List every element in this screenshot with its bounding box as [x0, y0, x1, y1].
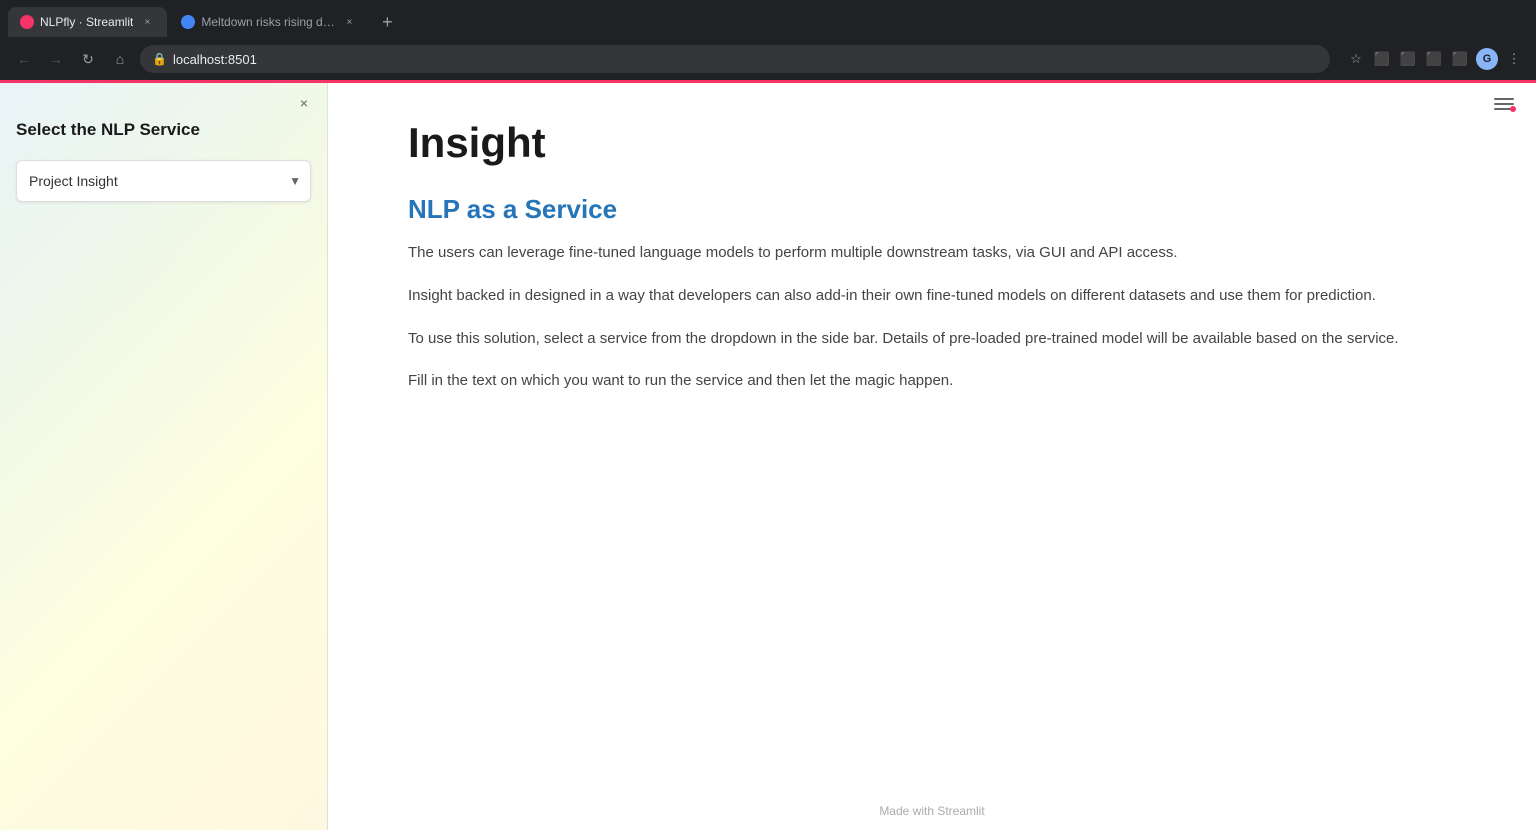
paragraph-3: To use this solution, select a service f…	[408, 327, 1476, 352]
reload-button[interactable]: ↻	[76, 47, 100, 71]
paragraph-4: Fill in the text on which you want to ru…	[408, 369, 1476, 394]
tab-bar: NLPfly · Streamlit × Meltdown risks risi…	[0, 0, 1536, 38]
tab-close-meltdown[interactable]: ×	[341, 14, 357, 30]
browser-chrome: NLPfly · Streamlit × Meltdown risks risi…	[0, 0, 1536, 80]
extensions-icon[interactable]: ⬛	[1424, 49, 1444, 69]
address-bar[interactable]: 🔒 localhost:8501	[140, 45, 1330, 73]
menu-bar-2	[1494, 103, 1514, 105]
menu-notification-dot	[1510, 106, 1516, 112]
menu-bar-1	[1494, 98, 1514, 100]
main-content: Insight NLP as a Service The users can l…	[328, 80, 1536, 830]
page-title: Insight	[408, 120, 1476, 166]
screenshot-icon[interactable]: ⬛	[1372, 49, 1392, 69]
app-container: × Select the NLP Service Project Insight…	[0, 80, 1536, 830]
back-button[interactable]: ←	[12, 47, 36, 71]
tab-title-nlpfly: NLPfly · Streamlit	[40, 15, 133, 29]
made-with-streamlit: Made with Streamlit	[879, 804, 984, 818]
new-tab-button[interactable]: +	[375, 10, 399, 34]
streamlit-top-bar	[0, 80, 1536, 83]
address-bar-row: ← → ↻ ⌂ 🔒 localhost:8501 ☆ ⬛ ⬛ ⬛ ⬛ G ⋮	[0, 38, 1536, 80]
tab-favicon-nlpfly	[20, 15, 34, 29]
section-heading: NLP as a Service	[408, 194, 1476, 225]
more-menu-icon[interactable]: ⋮	[1504, 49, 1524, 69]
pocket-icon[interactable]: ⬛	[1398, 49, 1418, 69]
browser-action-icons: ☆ ⬛ ⬛ ⬛ ⬛ G ⋮	[1346, 48, 1524, 70]
paragraph-1: The users can leverage fine-tuned langua…	[408, 241, 1476, 266]
paragraph-2: Insight backed in designed in a way that…	[408, 284, 1476, 309]
bookmark-star-icon[interactable]: ☆	[1346, 49, 1366, 69]
sidebar-close-button[interactable]: ×	[293, 92, 315, 114]
tab-close-nlpfly[interactable]: ×	[139, 14, 155, 30]
tab-favicon-meltdown	[181, 15, 195, 29]
sidebar: × Select the NLP Service Project Insight…	[0, 80, 328, 830]
tab-nlpfly[interactable]: NLPfly · Streamlit ×	[8, 7, 167, 37]
lock-icon: 🔒	[152, 52, 167, 66]
tab-title-meltdown: Meltdown risks rising due to...	[201, 15, 335, 29]
address-text: localhost:8501	[173, 52, 257, 67]
forward-button[interactable]: →	[44, 47, 68, 71]
tab-meltdown[interactable]: Meltdown risks rising due to... ×	[169, 7, 369, 37]
home-button[interactable]: ⌂	[108, 47, 132, 71]
sync-icon[interactable]: ⬛	[1450, 49, 1470, 69]
nlp-service-dropdown[interactable]: Project Insight Sentiment Analysis Named…	[16, 160, 311, 202]
hamburger-menu-button[interactable]	[1488, 92, 1520, 116]
profile-avatar[interactable]: G	[1476, 48, 1498, 70]
sidebar-section-title: Select the NLP Service	[16, 120, 311, 140]
nlp-service-dropdown-wrapper: Project Insight Sentiment Analysis Named…	[16, 160, 311, 202]
